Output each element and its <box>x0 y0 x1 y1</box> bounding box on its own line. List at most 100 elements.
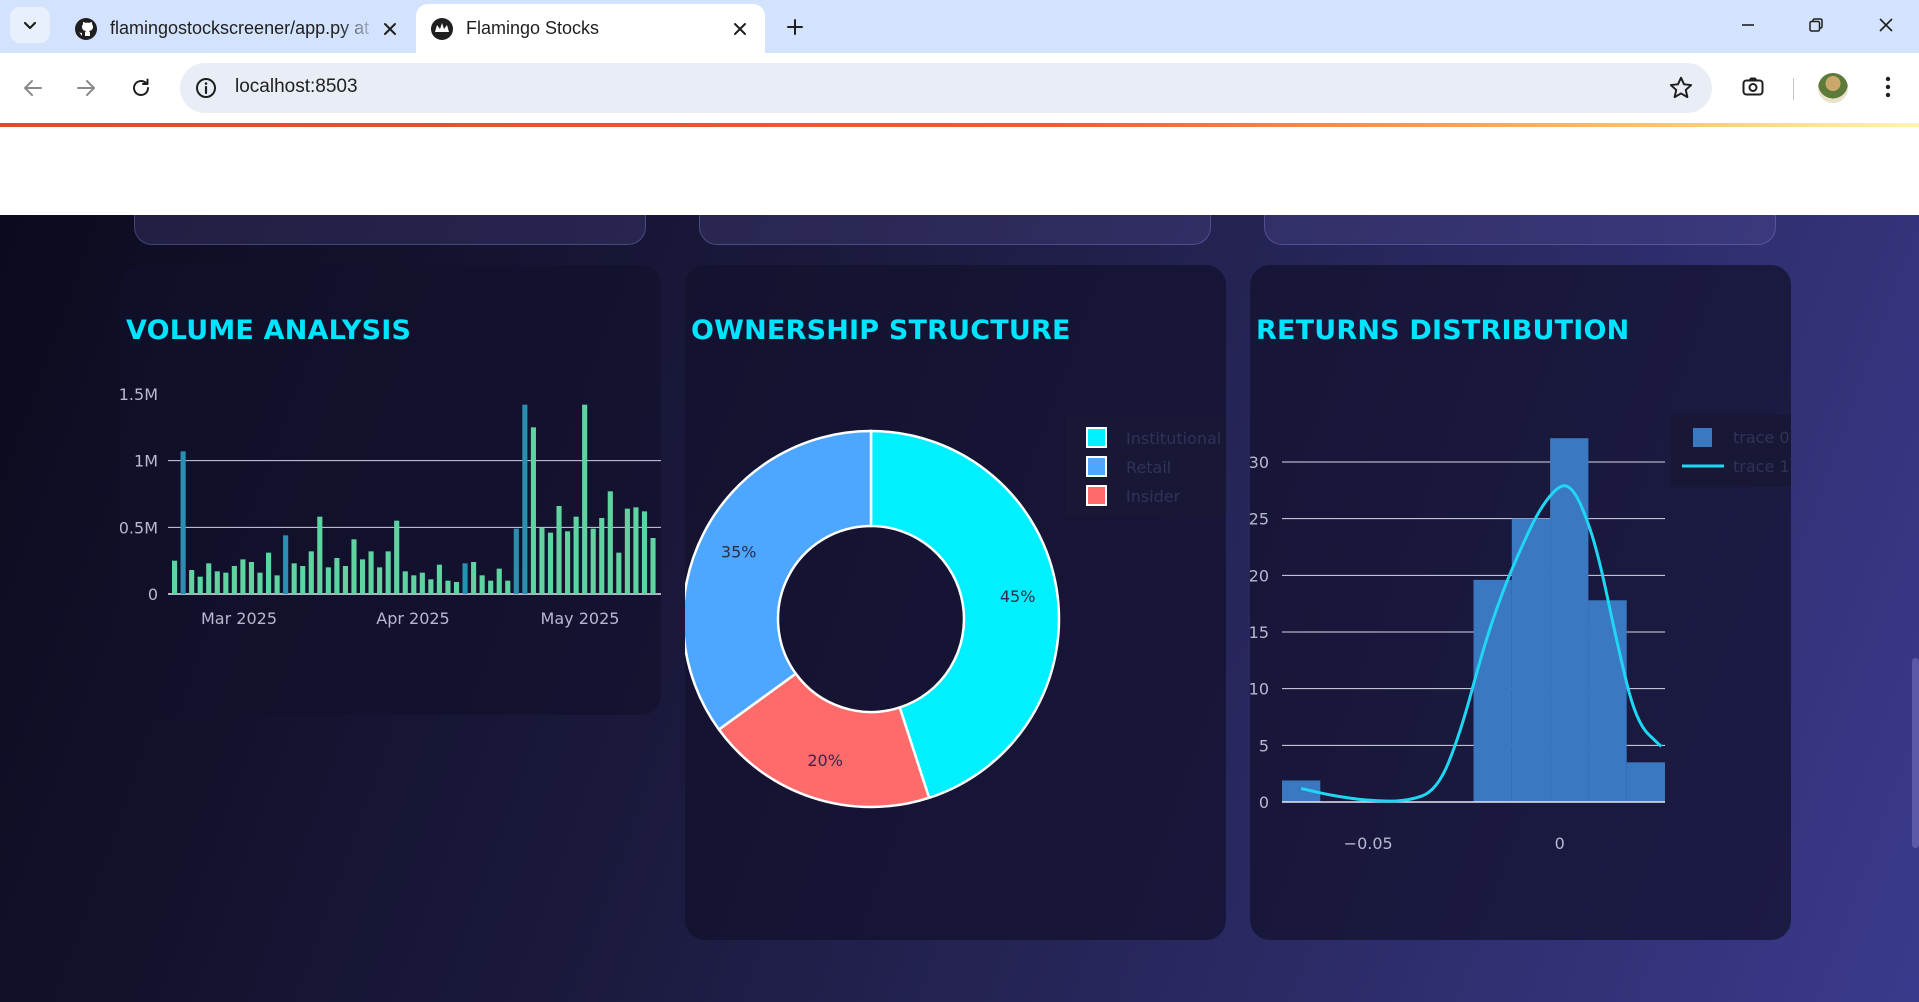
y-tick-label: 10 <box>1250 680 1269 699</box>
ownership-chart[interactable]: 45% 20% 35% Institutional Retail Insider <box>685 265 1226 940</box>
volume-bar <box>513 528 519 594</box>
returns-distribution-card: RETURNS DISTRIBUTION 0 5 10 15 20 25 30 −0.05 0 t… <box>1250 265 1791 940</box>
legend-label: Retail <box>1126 458 1171 477</box>
volume-analysis-card: VOLUME ANALYSIS 0 0.5M 1M 1.5M Mar 2025 Apr 2… <box>120 265 661 715</box>
volume-bar <box>547 532 554 594</box>
y-tick-label: 1.5M <box>120 385 158 404</box>
close-tab-button[interactable] <box>729 18 751 40</box>
plus-icon <box>787 19 803 35</box>
y-tick-label: 0 <box>148 585 158 604</box>
close-icon <box>1879 18 1893 32</box>
minimize-button[interactable] <box>1733 10 1763 40</box>
legend-swatch <box>1693 428 1712 447</box>
metric-card-stub <box>134 215 646 245</box>
new-tab-button[interactable] <box>780 12 810 42</box>
volume-bar <box>300 566 306 594</box>
url-text[interactable]: localhost:8503 <box>235 76 358 98</box>
restore-button[interactable] <box>1801 10 1831 40</box>
pie-slice <box>685 429 873 732</box>
metric-card-stub <box>1264 215 1776 245</box>
profile-avatar[interactable] <box>1818 73 1848 103</box>
close-window-button[interactable] <box>1871 10 1901 40</box>
volume-bar <box>180 451 186 594</box>
volume-bar <box>291 563 297 594</box>
volume-bar <box>265 552 272 594</box>
volume-bar <box>582 404 588 594</box>
volume-bar <box>214 571 220 594</box>
browser-menu-button[interactable] <box>1870 69 1906 105</box>
browser-toolbar: localhost:8503 <box>0 53 1919 123</box>
volume-bar <box>257 572 263 594</box>
metric-card-stub <box>699 215 1211 245</box>
restore-icon <box>1809 18 1823 32</box>
volume-bar <box>471 562 477 594</box>
github-icon <box>75 17 97 40</box>
legend-swatch <box>1086 456 1107 477</box>
volume-bar <box>428 579 434 594</box>
histogram-bar <box>1473 579 1512 802</box>
minimize-icon <box>1742 24 1754 26</box>
close-icon <box>384 22 396 35</box>
volume-chart[interactable]: 0 0.5M 1M 1.5M Mar 2025 Apr 2025 May 2025 <box>120 265 661 715</box>
histogram-bar <box>1588 600 1627 802</box>
tab-title: flamingostockscreener/app.py at <box>110 18 370 38</box>
volume-bar <box>368 551 374 594</box>
volume-bar <box>411 575 417 594</box>
volume-bar <box>308 551 314 594</box>
volume-bar <box>283 535 289 594</box>
volume-bar <box>359 559 366 594</box>
volume-bar <box>189 570 195 594</box>
legend-label: Institutional <box>1126 429 1221 448</box>
y-tick-label: 20 <box>1250 566 1269 585</box>
volume-bar <box>334 558 340 594</box>
y-tick-label: 15 <box>1250 623 1269 642</box>
volume-bar <box>325 567 331 594</box>
volume-bar <box>590 528 596 594</box>
slice-label: 20% <box>807 751 843 770</box>
tab-search-button[interactable] <box>10 7 50 43</box>
volume-bar <box>488 580 494 594</box>
returns-chart[interactable]: 0 5 10 15 20 25 30 −0.05 0 trace 0 trace 1 <box>1250 265 1791 940</box>
volume-bar <box>223 572 229 594</box>
toolbar-separator <box>1793 78 1794 100</box>
volume-bar <box>377 567 383 594</box>
volume-bar <box>650 538 656 594</box>
tab-flamingo-stocks[interactable]: Flamingo Stocks <box>416 4 765 53</box>
volume-bar <box>419 572 425 594</box>
app-header <box>0 127 1919 215</box>
histogram-bar <box>1511 518 1551 802</box>
volume-bar <box>556 506 562 594</box>
reload-button[interactable] <box>123 70 159 106</box>
reload-icon <box>133 78 149 96</box>
bookmark-star-icon[interactable] <box>1668 75 1694 101</box>
tab-github[interactable]: flamingostockscreener/app.py at <box>60 4 415 53</box>
legend-swatch <box>1086 427 1107 448</box>
histogram-bar <box>1626 762 1665 802</box>
x-tick-label: Apr 2025 <box>376 609 449 628</box>
page-scrollbar[interactable] <box>1912 658 1919 848</box>
volume-bar <box>479 575 485 594</box>
forward-button[interactable] <box>68 70 104 106</box>
volume-bar <box>436 564 442 594</box>
legend-swatch <box>1086 485 1107 506</box>
site-info-icon[interactable] <box>194 76 218 100</box>
volume-bar <box>496 568 502 594</box>
volume-bar <box>231 566 237 594</box>
close-tab-button[interactable] <box>379 18 401 40</box>
volume-bar <box>462 563 468 594</box>
volume-bar <box>522 404 528 594</box>
y-tick-label: 0 <box>1259 793 1269 812</box>
screenshot-button[interactable] <box>1735 69 1771 105</box>
back-button[interactable] <box>15 70 51 106</box>
ownership-structure-card: OWNERSHIP STRUCTURE 45% 20% 35% Institution… <box>685 265 1226 940</box>
streamlit-icon <box>431 17 453 40</box>
address-bar[interactable]: localhost:8503 <box>180 63 1712 113</box>
volume-bar <box>206 563 212 594</box>
tab-title: Flamingo Stocks <box>466 18 600 38</box>
close-icon <box>734 22 746 35</box>
arrow-left-icon <box>24 80 42 96</box>
volume-bar <box>172 560 178 594</box>
camera-icon <box>1742 77 1764 96</box>
x-tick-label: May 2025 <box>541 609 620 628</box>
volume-bar <box>274 575 280 594</box>
